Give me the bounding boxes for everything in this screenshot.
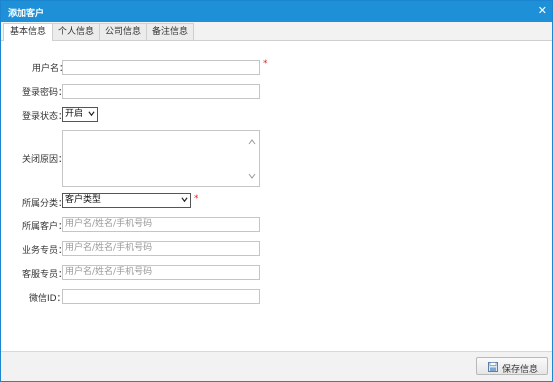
sales-rep-label: 业务专员： [22,246,68,256]
owner-customer-placeholder: 用户名/姓名/手机号码 [65,219,153,229]
form-area: 用户名： * 登录密码： 登录状态： 开启 关闭原因： 所属分类： 客户类型 *… [1,41,552,353]
category-value: 客户类型 [65,195,102,205]
login-status-value: 开启 [65,109,84,119]
save-button-label: 保存信息 [502,365,539,375]
tab-personal-info[interactable]: 个人信息 [52,23,100,40]
close-reason-label: 关闭原因： [22,155,68,165]
login-status-select[interactable]: 开启 [62,107,98,122]
service-rep-input[interactable]: 用户名/姓名/手机号码 [62,265,260,280]
save-button[interactable]: 保存信息 [476,357,548,375]
dialog-titlebar: 添加客户 ✕ [1,1,552,22]
required-mark: * [194,194,199,204]
wechat-input[interactable] [62,289,260,304]
tab-label: 备注信息 [151,27,188,37]
sales-rep-placeholder: 用户名/姓名/手机号码 [65,243,153,253]
tab-basic-info[interactable]: 基本信息 [3,23,53,41]
textarea-scrollbar[interactable] [246,132,258,187]
close-reason-textarea[interactable] [62,130,260,187]
chevron-down-icon [181,197,188,203]
owner-customer-label: 所属客户： [22,222,68,232]
tab-label: 公司信息 [104,27,141,37]
password-input[interactable] [62,84,260,99]
add-customer-dialog: 添加客户 ✕ 基本信息 个人信息 公司信息 备注信息 用户名： * 登录密码： … [0,0,553,382]
owner-customer-input[interactable]: 用户名/姓名/手机号码 [62,217,260,232]
chevron-down-icon [88,111,95,117]
sales-rep-input[interactable]: 用户名/姓名/手机号码 [62,241,260,256]
tab-notes-info[interactable]: 备注信息 [146,23,194,40]
category-label: 所属分类： [22,199,68,209]
close-icon[interactable]: ✕ [538,5,547,16]
login-status-label: 登录状态： [22,112,68,122]
tab-label: 基本信息 [9,27,46,37]
dialog-title: 添加客户 [8,9,45,19]
category-select[interactable]: 客户类型 [62,193,191,208]
tab-company-info[interactable]: 公司信息 [99,23,147,40]
dialog-footer: 保存信息 [1,351,552,381]
wechat-label: 微信ID： [29,294,66,304]
tab-label: 个人信息 [57,27,94,37]
required-mark: * [263,59,268,69]
service-rep-placeholder: 用户名/姓名/手机号码 [65,267,153,277]
tab-bar: 基本信息 个人信息 公司信息 备注信息 [1,22,552,41]
username-input[interactable] [62,60,260,75]
save-icon [488,362,498,372]
password-label: 登录密码： [22,88,68,98]
service-rep-label: 客服专员： [22,270,68,280]
